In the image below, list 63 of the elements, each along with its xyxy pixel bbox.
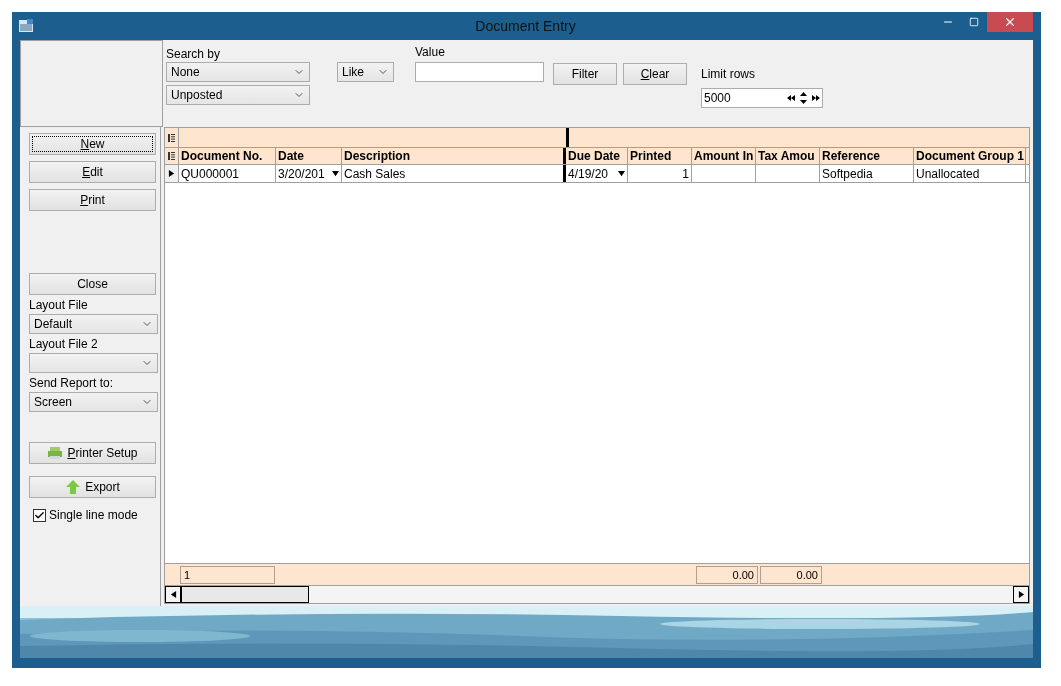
dropdown-arrow-icon	[332, 170, 339, 177]
sidebar-button[interactable]: Export	[29, 476, 156, 498]
column-header[interactable]: Reference	[820, 148, 914, 164]
grid-menu-icon[interactable]	[168, 133, 175, 142]
select-label: Layout File	[29, 298, 89, 312]
column-header[interactable]: Due Date	[566, 148, 628, 164]
column-header[interactable]: Tax Amou	[756, 148, 820, 164]
first-icon[interactable]	[787, 95, 795, 101]
value-field[interactable]	[415, 62, 544, 82]
search-by-select[interactable]: None	[166, 62, 310, 82]
value-label: Value	[415, 45, 446, 59]
dropdown-arrow-icon	[618, 170, 625, 177]
app-icon	[18, 18, 34, 34]
sidebar-button[interactable]: Print	[29, 189, 156, 211]
horizontal-scrollbar[interactable]	[165, 585, 1029, 603]
total-field: 0.00	[760, 565, 822, 584]
table-cell: Cash Sales	[342, 165, 566, 182]
close-form-button[interactable]: Close	[29, 273, 156, 295]
count-field: 1	[180, 565, 275, 584]
scroll-left-button[interactable]	[165, 586, 181, 603]
layout-select[interactable]: Default	[29, 314, 158, 334]
current-row-icon	[168, 170, 175, 177]
limit-rows-label: Limit rows	[701, 67, 756, 81]
checkbox-label: Single line mode	[49, 507, 138, 524]
printer-icon	[47, 446, 64, 460]
table-cell: Unallocated	[914, 165, 1026, 182]
search-by-label: Search by	[166, 47, 222, 61]
last-icon[interactable]	[812, 95, 820, 101]
limit-rows-field[interactable]: 5000	[701, 88, 823, 108]
right-arrow-icon	[1017, 591, 1025, 598]
grid-menu-icon[interactable]	[168, 152, 175, 160]
table-cell: QU000001	[179, 165, 276, 182]
filter-bar-button[interactable]: Clear	[623, 63, 687, 85]
up-down-icon[interactable]	[800, 92, 807, 104]
up-arrow-icon	[65, 479, 82, 495]
column-header[interactable]: Amount In	[692, 148, 756, 164]
column-header[interactable]: Description	[342, 148, 566, 164]
column-header[interactable]: Date	[276, 148, 342, 164]
maximize-icon	[969, 17, 979, 27]
sidebar-button[interactable]: Edit	[29, 161, 156, 183]
close-icon	[1003, 15, 1017, 29]
operator-select[interactable]: Like	[337, 62, 394, 82]
row-indicator[interactable]	[165, 165, 179, 182]
window-title: Document Entry	[474, 16, 577, 36]
sidebar-button[interactable]: Printer Setup	[29, 442, 156, 464]
column-header[interactable]: Document Group 1	[914, 148, 1026, 164]
sidebar-button[interactable]: New	[29, 133, 156, 155]
checkbox[interactable]	[33, 508, 46, 522]
table-cell: 1	[628, 165, 692, 182]
table-cell: Softpedia	[820, 165, 914, 182]
column-header[interactable]: Printed	[628, 148, 692, 164]
total-field: 0.00	[696, 565, 758, 584]
table-cell: 4/19/20	[566, 165, 628, 182]
scroll-right-button[interactable]	[1013, 586, 1029, 603]
left-arrow-icon	[169, 591, 177, 598]
scroll-thumb[interactable]	[181, 586, 309, 603]
layout-select[interactable]: Screen	[29, 392, 158, 412]
status-select[interactable]: Unposted	[166, 85, 310, 105]
table-cell: 3/20/201	[276, 165, 342, 182]
select-label: Send Report to:	[29, 376, 115, 390]
select-label: Layout File 2	[29, 337, 99, 351]
column-header[interactable]: Document No.	[179, 148, 276, 164]
filter-bar-button[interactable]: Filter	[553, 63, 617, 85]
